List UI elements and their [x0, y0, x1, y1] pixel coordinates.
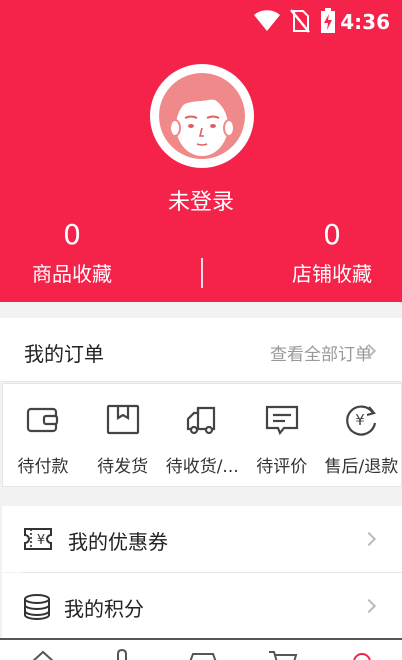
svg-text:¥: ¥: [356, 411, 366, 429]
order-status-pending-receipt[interactable]: 待收货/...: [162, 384, 242, 488]
order-status-pending-review[interactable]: 待评价: [242, 384, 322, 488]
wallet-icon: [26, 407, 59, 433]
order-status-label: 待发货: [97, 457, 149, 477]
chevron-right-icon: [361, 598, 377, 614]
store-icon[interactable]: [188, 650, 218, 660]
comment-icon: [265, 405, 298, 436]
stat-divider: [201, 258, 203, 288]
cart-icon[interactable]: [268, 650, 298, 660]
product-favorites-label[interactable]: 商品收藏: [2, 258, 142, 287]
coupon-icon: ¥: [24, 528, 52, 550]
order-status-label: 待评价: [256, 457, 308, 477]
orders-header[interactable]: 我的订单 查看全部订单: [0, 318, 402, 382]
no-sim-icon: [290, 9, 310, 33]
orders-title: 我的订单: [24, 342, 104, 366]
order-status-label: 售后/退款: [324, 457, 399, 477]
order-status-after-sales[interactable]: ¥ 售后/退款: [321, 384, 401, 488]
battery-charging-icon: [321, 8, 335, 33]
svg-text:¥: ¥: [37, 533, 45, 548]
menu-item-coupons[interactable]: ¥ 我的优惠券: [2, 506, 402, 572]
profile-header: 4:36 未登录 0 商品收藏 0 店铺收藏: [0, 0, 402, 302]
home-icon[interactable]: [30, 650, 56, 660]
menu-item-points[interactable]: 我的积分: [2, 573, 402, 639]
package-icon: [106, 404, 139, 435]
menu-item-label: 我的优惠券: [68, 530, 168, 554]
wifi-icon: [254, 10, 280, 31]
product-favorites-count[interactable]: 0: [2, 218, 142, 251]
avatar[interactable]: [150, 64, 254, 168]
status-time: 4:36: [340, 10, 390, 34]
order-status-label: 待收货/...: [165, 457, 239, 477]
login-link[interactable]: 未登录: [0, 184, 402, 216]
order-status-pending-payment[interactable]: 待付款: [3, 384, 83, 488]
view-all-orders-link[interactable]: 查看全部订单: [270, 340, 372, 365]
avatar-face-icon: [157, 71, 247, 161]
coins-icon: [24, 594, 50, 620]
status-bar: 4:36: [0, 0, 402, 44]
order-status-pending-shipment[interactable]: 待发货: [83, 384, 163, 488]
store-favorites-label[interactable]: 店铺收藏: [262, 258, 402, 287]
bottom-nav: [0, 638, 402, 660]
order-status-label: 待付款: [17, 457, 69, 477]
store-favorites-count[interactable]: 0: [262, 218, 402, 251]
chevron-right-icon: [361, 531, 377, 547]
menu-item-label: 我的积分: [64, 597, 144, 621]
category-icon[interactable]: [114, 648, 134, 660]
profile-icon[interactable]: [350, 652, 374, 660]
truck-icon: [187, 406, 216, 435]
refund-icon: ¥: [346, 405, 377, 436]
order-status-row: 待付款 待发货 待收货/... 待评价 ¥ 售后/退款: [2, 383, 402, 487]
